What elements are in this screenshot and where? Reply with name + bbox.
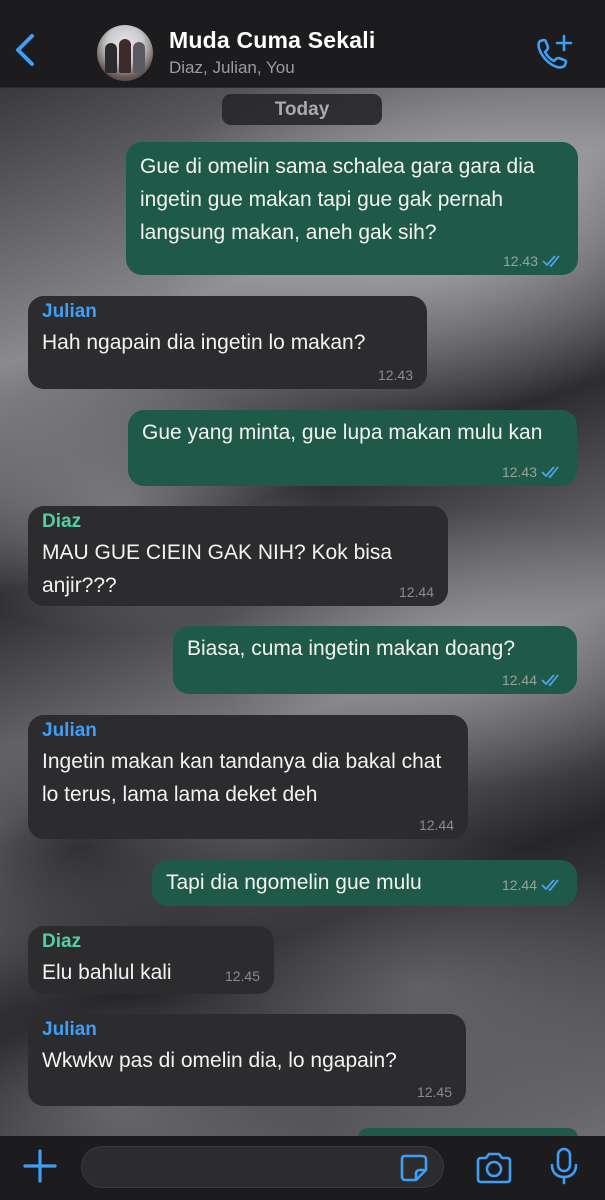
camera-icon[interactable] bbox=[474, 1150, 514, 1186]
incoming-message[interactable]: Julian Wkwkw pas di omelin dia, lo ngapa… bbox=[28, 1014, 466, 1106]
message-text: Gue yang minta, gue lupa makan mulu kan bbox=[142, 421, 543, 444]
message-text: Wkwkw pas di omelin dia, lo ngapain? bbox=[42, 1049, 397, 1072]
incoming-message[interactable]: Diaz Elu bahlul kali 12.45 bbox=[28, 926, 274, 994]
incoming-message[interactable]: Diaz MAU GUE CIEIN GAK NIH? Kok bisa anj… bbox=[28, 506, 448, 606]
sender-name[interactable]: Diaz bbox=[42, 508, 434, 536]
sticker-icon[interactable] bbox=[398, 1152, 430, 1184]
chat-participants[interactable]: Diaz, Julian, You bbox=[169, 58, 295, 78]
date-separator: Today bbox=[222, 94, 382, 125]
plus-icon[interactable] bbox=[22, 1148, 58, 1184]
outgoing-message[interactable]: Gue di omelin sama schalea gara gara dia… bbox=[126, 142, 578, 275]
chat-title[interactable]: Muda Cuma Sekali bbox=[169, 27, 375, 54]
message-time: 12.43 bbox=[501, 464, 537, 480]
read-ticks-icon bbox=[541, 466, 559, 479]
sender-name[interactable]: Diaz bbox=[42, 928, 260, 956]
outgoing-message[interactable]: Biasa, cuma ingetin makan doang? 12.44 bbox=[173, 626, 577, 694]
message-time: 12.44 bbox=[501, 877, 537, 893]
read-ticks-icon bbox=[542, 255, 560, 268]
message-input[interactable] bbox=[81, 1146, 444, 1188]
message-text: Gue di omelin sama schalea gara gara dia… bbox=[140, 155, 535, 244]
outgoing-message[interactable]: Gue yang minta, gue lupa makan mulu kan … bbox=[128, 410, 577, 486]
message-text: Biasa, cuma ingetin makan doang? bbox=[187, 637, 516, 660]
message-time: 12.43 bbox=[377, 367, 413, 383]
sender-name[interactable]: Julian bbox=[42, 1016, 452, 1044]
message-text: Hah ngapain dia ingetin lo makan? bbox=[42, 331, 366, 354]
message-time: 12.45 bbox=[416, 1084, 452, 1100]
message-text: MAU GUE CIEIN GAK NIH? Kok bisa anjir??? bbox=[42, 541, 393, 597]
message-text: Ingetin makan kan tandanya dia bakal cha… bbox=[42, 750, 442, 806]
message-time: 12.45 bbox=[224, 968, 260, 984]
outgoing-message[interactable]: Tapi dia ngomelin gue mulu 12.44 bbox=[152, 860, 577, 906]
microphone-icon[interactable] bbox=[548, 1146, 580, 1186]
message-time: 12.44 bbox=[398, 584, 434, 600]
group-avatar[interactable] bbox=[97, 25, 153, 81]
sender-name[interactable]: Julian bbox=[42, 298, 413, 326]
message-time: 12.44 bbox=[418, 817, 454, 833]
chevron-left-icon[interactable] bbox=[8, 30, 42, 70]
read-ticks-icon bbox=[541, 674, 559, 687]
incoming-message[interactable]: Julian Hah ngapain dia ingetin lo makan?… bbox=[28, 296, 427, 389]
chat-header: Muda Cuma Sekali Diaz, Julian, You bbox=[0, 0, 605, 88]
message-time: 12.43 bbox=[502, 253, 538, 269]
phone-add-icon[interactable] bbox=[532, 33, 574, 73]
incoming-message[interactable]: Julian Ingetin makan kan tandanya dia ba… bbox=[28, 715, 468, 839]
message-time: 12.44 bbox=[501, 672, 537, 688]
sender-name[interactable]: Julian bbox=[42, 717, 454, 745]
read-ticks-icon bbox=[541, 879, 559, 892]
